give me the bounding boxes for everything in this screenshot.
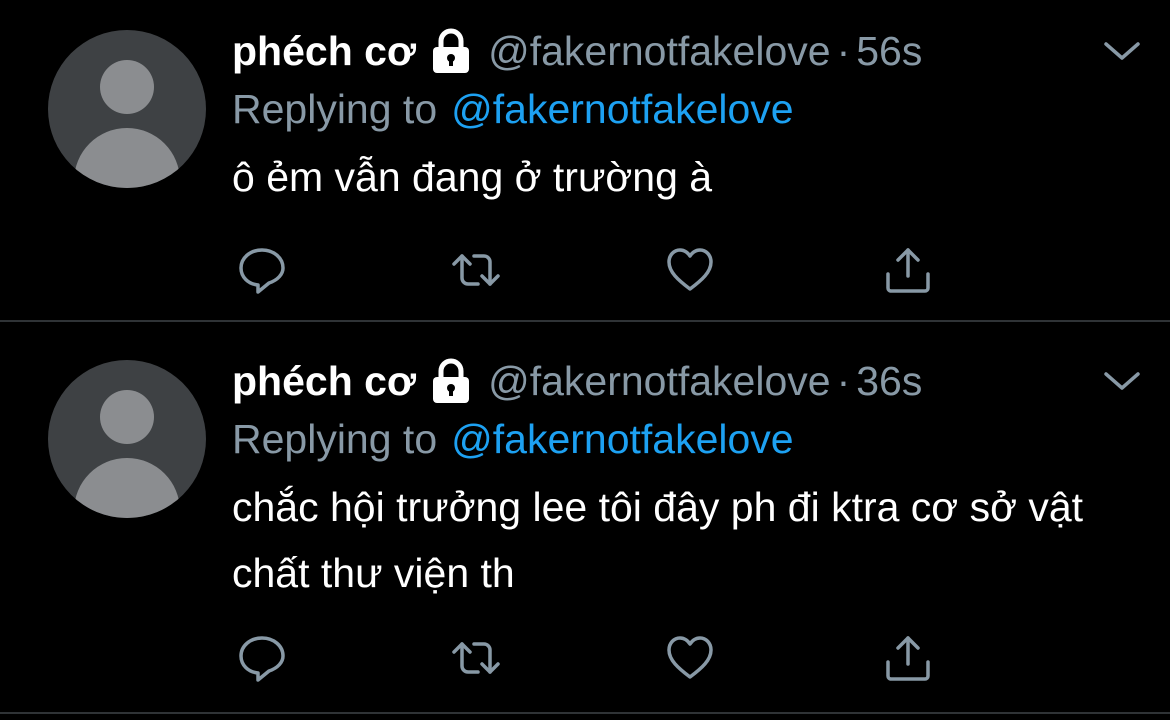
- timeline: phéch cơ @fakernotfakelove · 56s Replyin…: [0, 0, 1170, 720]
- tweet-text: chắc hội trưởng lee tôi đây ph đi ktra c…: [232, 484, 1084, 596]
- replying-to-label: Replying to: [232, 415, 438, 462]
- avatar-body-shape: [74, 128, 180, 188]
- avatar[interactable]: [48, 360, 206, 518]
- chevron-down-icon[interactable]: [1102, 36, 1142, 66]
- tweet[interactable]: phéch cơ @fakernotfakelove · 36s Replyin…: [0, 322, 1170, 712]
- separator-dot: ·: [836, 27, 851, 74]
- retweet-button[interactable]: [450, 244, 502, 296]
- tweet-text: ô ẻm vẫn đang ở trường à: [232, 154, 713, 200]
- display-name[interactable]: phéch cơ: [232, 28, 416, 75]
- timestamp[interactable]: 36s: [856, 358, 922, 405]
- user-handle[interactable]: @fakernotfakelove: [488, 28, 830, 75]
- replying-to: Replying to @fakernotfakelove: [232, 410, 1130, 468]
- lock-icon: [433, 28, 470, 73]
- like-icon: [667, 636, 713, 679]
- replying-to-handle-link[interactable]: @fakernotfakelove: [451, 416, 793, 463]
- share-button[interactable]: [882, 244, 934, 296]
- replying-to-handle-link[interactable]: @fakernotfakelove: [451, 86, 793, 133]
- like-button[interactable]: [664, 244, 716, 296]
- reply-icon: [239, 636, 285, 682]
- retweet-icon: [452, 642, 500, 674]
- share-icon: [886, 636, 930, 681]
- replying-to: Replying to @fakernotfakelove: [232, 80, 1130, 138]
- retweet-icon: [452, 254, 500, 286]
- share-button[interactable]: [882, 632, 934, 684]
- reply-icon: [239, 248, 285, 294]
- user-handle[interactable]: @fakernotfakelove: [488, 358, 830, 405]
- lock-icon: [433, 358, 470, 403]
- chevron-down-icon[interactable]: [1102, 366, 1142, 396]
- retweet-button[interactable]: [450, 632, 502, 684]
- tweet-header: phéch cơ @fakernotfakelove · 36s: [232, 352, 1130, 410]
- reply-button[interactable]: [236, 244, 288, 296]
- display-name[interactable]: phéch cơ: [232, 358, 416, 405]
- tweet[interactable]: phéch cơ @fakernotfakelove · 56s Replyin…: [0, 0, 1170, 320]
- share-icon: [886, 248, 930, 293]
- tweet-actions: [236, 632, 936, 684]
- divider: [0, 712, 1170, 714]
- avatar-body-shape: [74, 458, 180, 518]
- avatar-head-shape: [100, 390, 154, 444]
- like-button[interactable]: [664, 632, 716, 684]
- avatar-head-shape: [100, 60, 154, 114]
- reply-button[interactable]: [236, 632, 288, 684]
- avatar[interactable]: [48, 30, 206, 188]
- like-icon: [667, 248, 713, 291]
- tweet-actions: [236, 244, 936, 296]
- tweet-content: phéch cơ @fakernotfakelove · 36s Replyin…: [232, 352, 1130, 606]
- tweet-content: phéch cơ @fakernotfakelove · 56s Replyin…: [232, 22, 1130, 210]
- timestamp[interactable]: 56s: [856, 28, 922, 75]
- separator-dot: ·: [836, 357, 851, 404]
- replying-to-label: Replying to: [232, 85, 438, 132]
- tweet-header: phéch cơ @fakernotfakelove · 56s: [232, 22, 1130, 80]
